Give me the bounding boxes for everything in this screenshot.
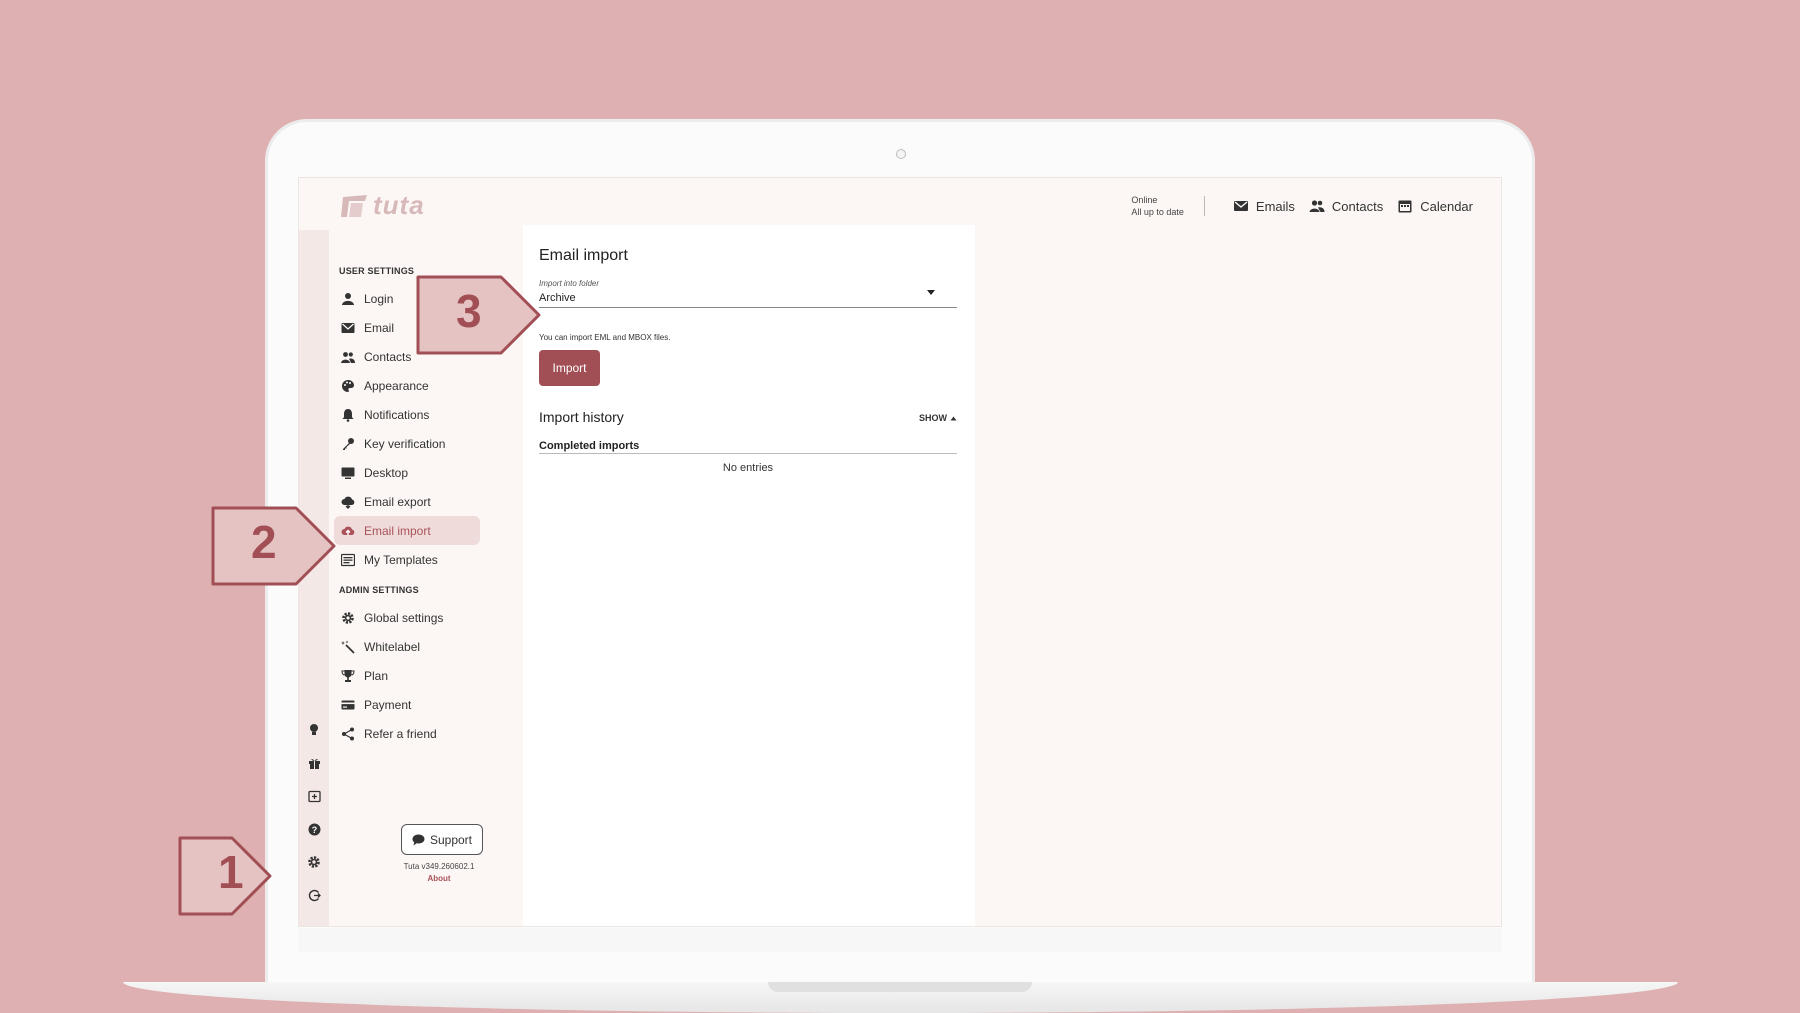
- support-button[interactable]: Support: [401, 824, 483, 855]
- support-label: Support: [429, 832, 473, 847]
- sidebar-item-label: Contacts: [364, 349, 412, 364]
- import-button[interactable]: Import: [539, 350, 600, 386]
- lightbulb-icon[interactable]: [306, 722, 322, 738]
- chevron-down-icon[interactable]: [925, 286, 937, 298]
- template-icon: [341, 553, 355, 566]
- nav-divider: [1203, 196, 1205, 216]
- mail-icon: [1233, 201, 1248, 211]
- sidebar-item-email-export[interactable]: Email export: [334, 487, 480, 516]
- nav-calendar-label: Calendar: [1420, 198, 1473, 214]
- top-navigation: Online All up to date Emails Contacts Ca…: [1131, 194, 1473, 218]
- calendar-icon: [1398, 200, 1412, 213]
- tuta-logo[interactable]: tuta: [341, 190, 425, 221]
- folder-field-underline: [539, 307, 957, 308]
- webcam: [896, 149, 906, 159]
- caret-up-icon: [950, 416, 957, 420]
- status-sync: All up to date: [1131, 207, 1184, 217]
- show-label: SHOW: [919, 413, 947, 423]
- nav-contacts[interactable]: Contacts: [1309, 198, 1383, 214]
- show-history-toggle[interactable]: SHOW: [919, 413, 957, 423]
- help-icon[interactable]: ?: [306, 821, 322, 837]
- laptop-notch: [768, 982, 1032, 992]
- sidebar-item-label: Key verification: [364, 436, 446, 451]
- sidebar-item-label: Global settings: [364, 610, 444, 625]
- page-title: Email import: [539, 247, 628, 264]
- about-link[interactable]: About: [369, 874, 509, 883]
- credit-card-icon: [341, 700, 355, 709]
- nav-emails[interactable]: Emails: [1233, 198, 1295, 214]
- callout-1: 1: [178, 836, 272, 916]
- key-icon: [343, 437, 354, 450]
- callout-3: 3: [416, 275, 541, 355]
- import-hint: You can import EML and MBOX files.: [539, 333, 671, 342]
- logo-text: tuta: [373, 190, 425, 220]
- share-icon: [342, 727, 354, 740]
- sidebar-item-label: Email import: [364, 523, 431, 538]
- trophy-icon: [341, 669, 355, 682]
- nav-calendar[interactable]: Calendar: [1397, 198, 1473, 214]
- settings-gear-icon[interactable]: [306, 854, 322, 870]
- people-icon: [1309, 200, 1325, 212]
- callout-number: 1: [218, 846, 244, 898]
- new-window-icon[interactable]: [306, 788, 322, 804]
- sidebar-item-label: Whitelabel: [364, 639, 421, 654]
- no-entries-text: No entries: [722, 462, 774, 474]
- import-history-title: Import history: [539, 409, 624, 425]
- logout-icon[interactable]: [306, 887, 322, 903]
- cloud-download-icon: [341, 496, 355, 509]
- cloud-upload-icon: [341, 526, 355, 535]
- sidebar-item-plan[interactable]: Plan: [334, 661, 480, 690]
- sidebar-item-email-import[interactable]: Email import: [334, 516, 480, 545]
- sidebar-item-label: Desktop: [364, 465, 409, 480]
- sidebar-item-label: My Templates: [364, 552, 438, 567]
- gear-icon: [342, 611, 354, 624]
- sidebar-item-refer-a-friend[interactable]: Refer a friend: [334, 719, 480, 748]
- completed-imports-title: Completed imports: [539, 440, 640, 452]
- sync-status: Online All up to date: [1131, 194, 1184, 218]
- folder-field-label: Import into folder: [539, 279, 600, 288]
- sidebar-item-label: Notifications: [364, 407, 430, 422]
- app-version: Tuta v349.260602.1: [403, 862, 475, 871]
- person-icon: [342, 292, 354, 305]
- sidebar-item-appearance[interactable]: Appearance: [334, 371, 480, 400]
- mail-icon: [341, 322, 355, 333]
- nav-emails-label: Emails: [1255, 198, 1295, 214]
- sidebar-item-global-settings[interactable]: Global settings: [334, 603, 480, 632]
- status-online: Online: [1131, 195, 1158, 205]
- wand-icon: [341, 640, 355, 654]
- chat-bubble-icon: [412, 834, 425, 845]
- sidebar-item-key-verification[interactable]: Key verification: [334, 429, 480, 458]
- sidebar-item-label: Appearance: [364, 378, 429, 393]
- sidebar-item-label: Refer a friend: [364, 726, 437, 741]
- screen-chin: [298, 928, 1502, 952]
- callout-2: 2: [211, 506, 336, 586]
- sidebar-item-desktop[interactable]: Desktop: [334, 458, 480, 487]
- folder-select[interactable]: Archive: [539, 292, 576, 304]
- sidebar-item-label: Email: [364, 320, 395, 335]
- callout-number: 3: [456, 285, 482, 337]
- nav-contacts-label: Contacts: [1331, 198, 1384, 214]
- admin-settings-title: ADMIN SETTINGS: [339, 585, 419, 595]
- monitor-icon: [341, 467, 355, 479]
- palette-icon: [342, 379, 354, 392]
- sidebar-item-label: Plan: [364, 668, 389, 683]
- callout-number: 2: [251, 516, 277, 568]
- user-settings-title: USER SETTINGS: [339, 266, 415, 276]
- svg-text:?: ?: [311, 825, 317, 835]
- sidebar-item-notifications[interactable]: Notifications: [334, 400, 480, 429]
- email-import-panel: Email import Import into folder Archive …: [523, 225, 975, 926]
- sidebar-item-whitelabel[interactable]: Whitelabel: [334, 632, 480, 661]
- sidebar-item-label: Email export: [364, 494, 431, 509]
- sidebar-item-payment[interactable]: Payment: [334, 690, 480, 719]
- gift-icon[interactable]: [306, 755, 322, 771]
- bell-icon: [342, 408, 354, 422]
- sidebar-item-my-templates[interactable]: My Templates: [334, 545, 480, 574]
- sidebar-item-label: Payment: [364, 697, 412, 712]
- completed-imports-divider: [539, 453, 957, 454]
- tuta-logo-icon: [341, 194, 367, 217]
- people-icon: [341, 351, 355, 363]
- sidebar-item-label: Login: [364, 291, 394, 306]
